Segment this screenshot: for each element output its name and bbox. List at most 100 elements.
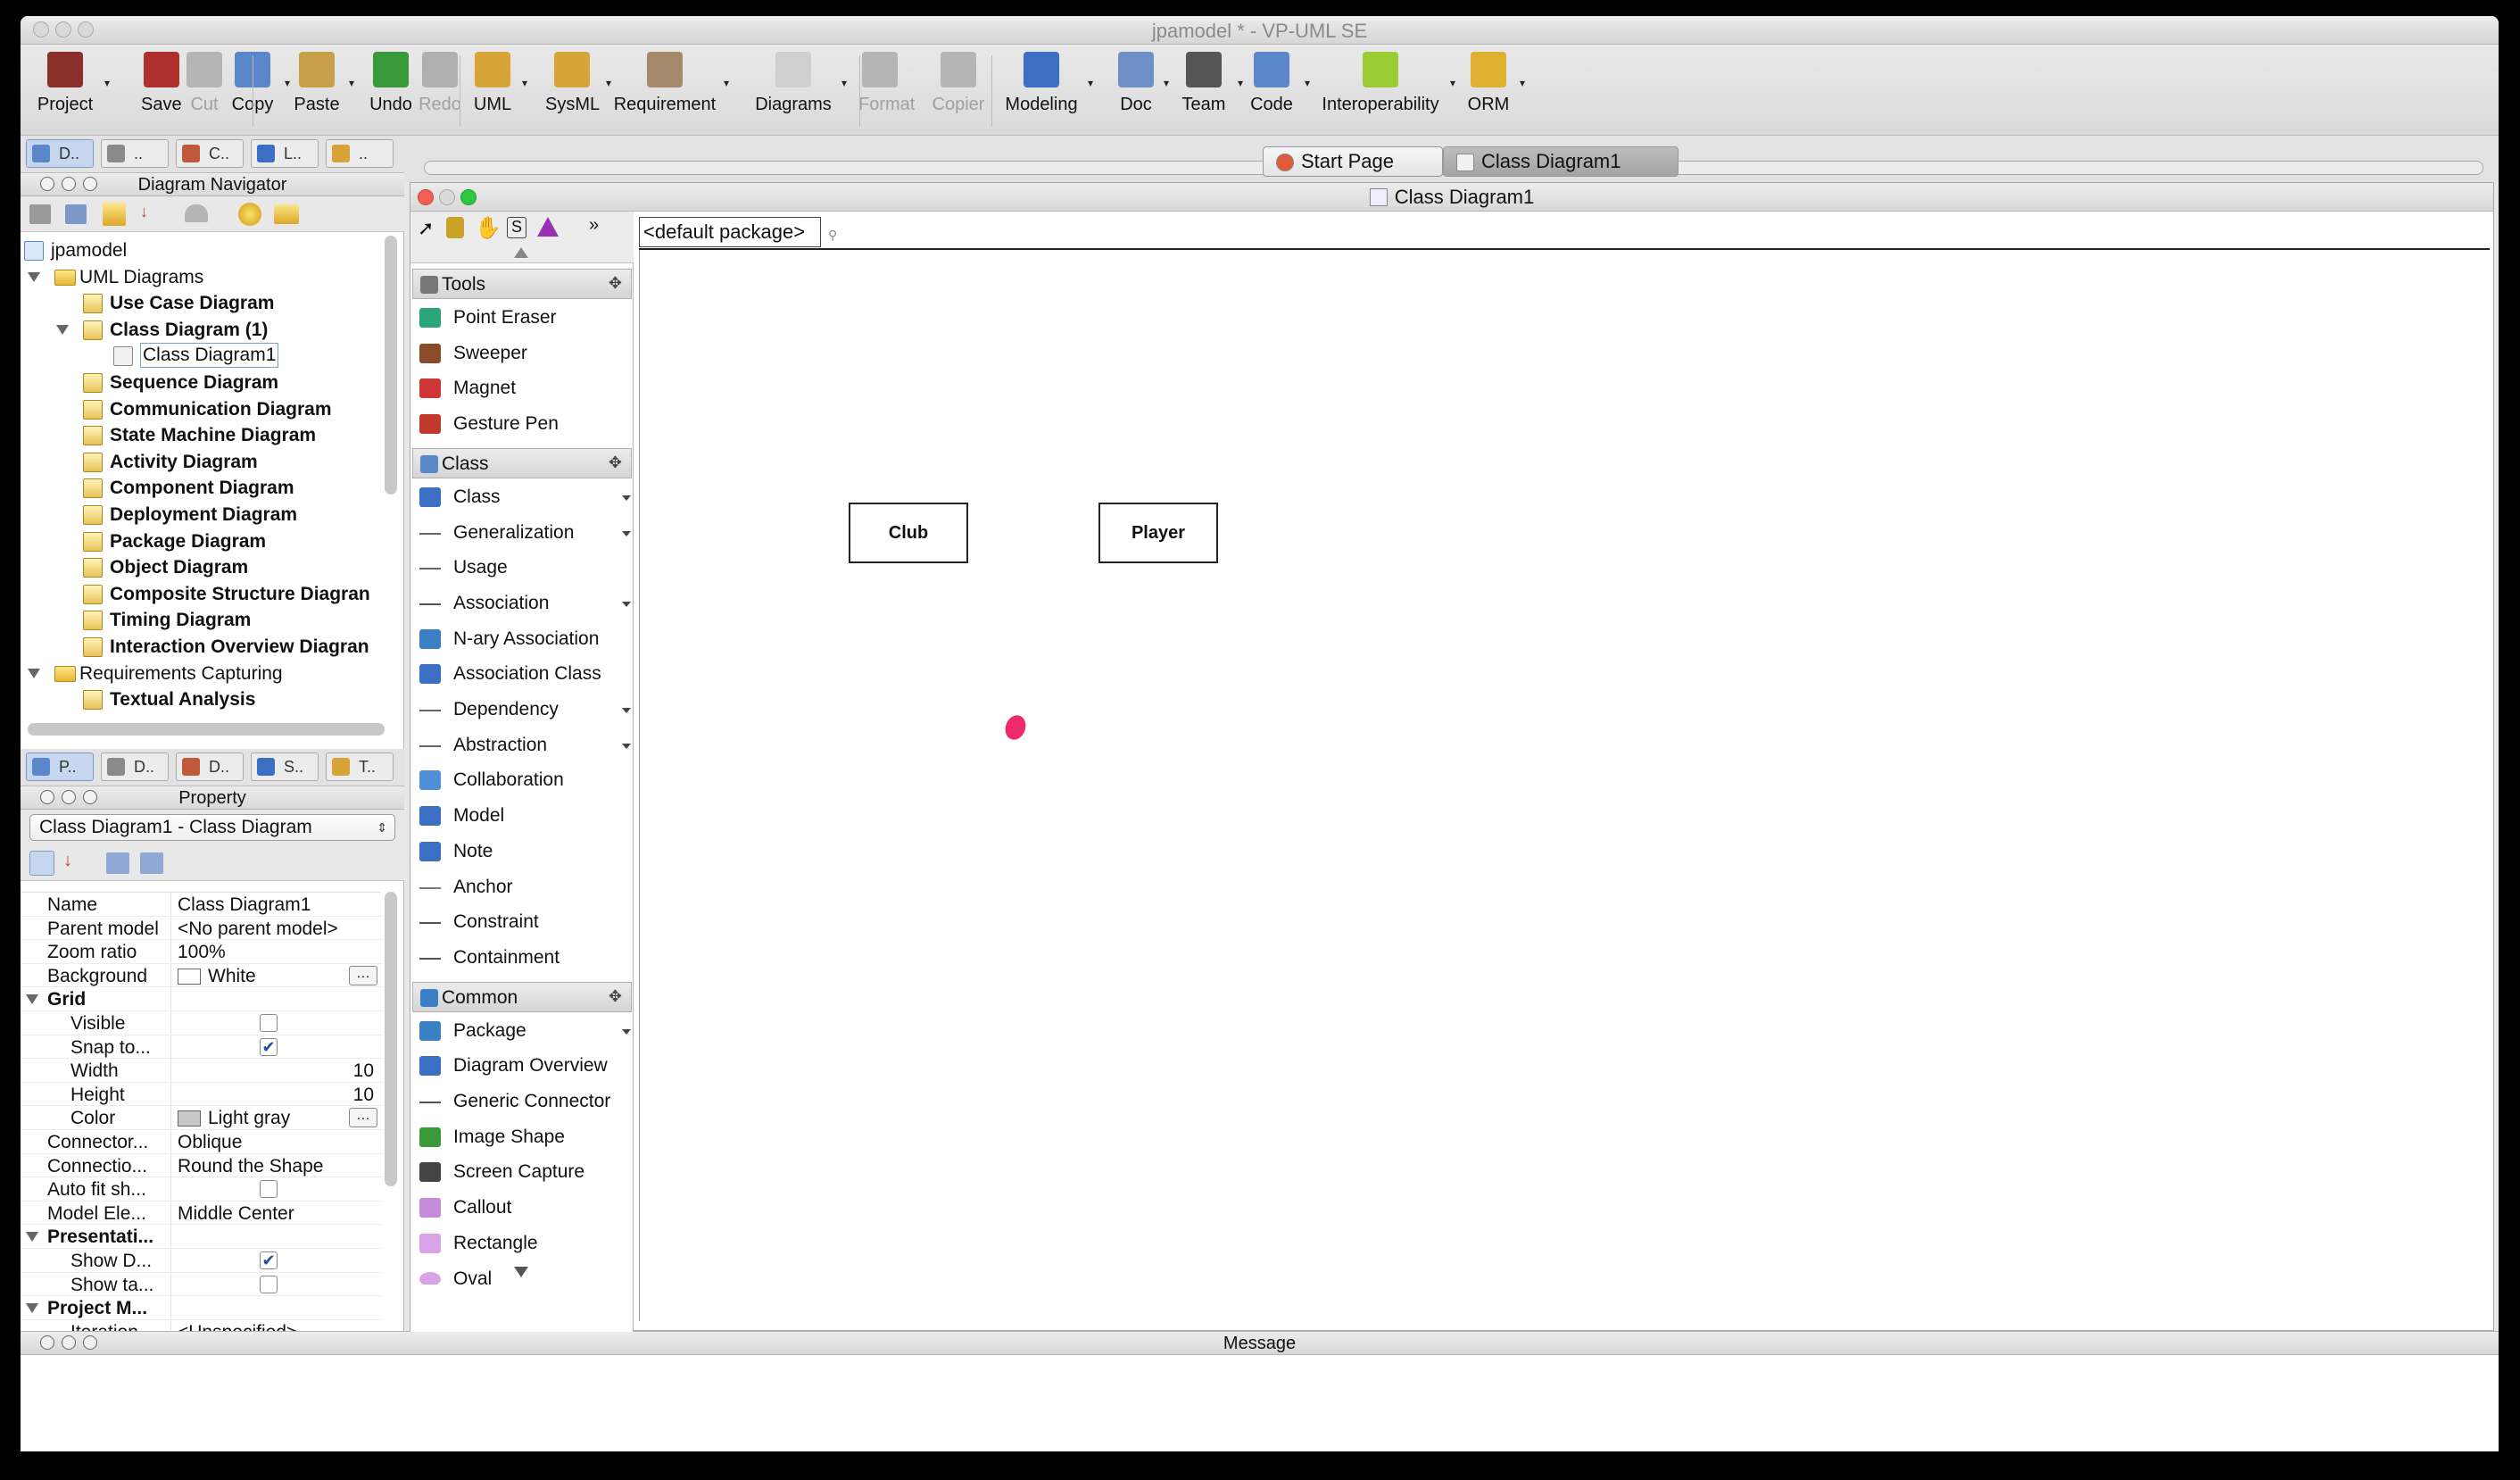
dropdown-arrow-icon[interactable]: ▾: [606, 77, 611, 89]
tree-item[interactable]: Timing Diagram: [21, 607, 381, 633]
palette-item[interactable]: Abstraction: [418, 728, 632, 762]
dropdown-arrow-icon[interactable]: ▾: [841, 77, 847, 89]
palette-item[interactable]: Point Eraser: [418, 301, 632, 335]
tree-item[interactable]: State Machine Diagram: [21, 422, 381, 448]
toolbar-copier-button[interactable]: Copier: [929, 52, 988, 115]
dropdown-arrow-icon[interactable]: ▾: [1520, 77, 1525, 89]
palette-item[interactable]: Class: [418, 480, 632, 514]
property-vertical-scrollbar[interactable]: [385, 892, 397, 1186]
more-options-icon[interactable]: [622, 495, 631, 501]
toolbar-sysml-button[interactable]: SysML ▾: [545, 52, 611, 115]
proptabs-tab[interactable]: D..: [176, 752, 244, 781]
property-checkbox[interactable]: [260, 1275, 278, 1293]
tree-item[interactable]: Composite Structure Diagran: [21, 581, 381, 607]
expand-arrow-icon[interactable]: [28, 271, 40, 282]
dropdown-arrow-icon[interactable]: ▾: [1305, 77, 1310, 89]
palette-item[interactable]: Note: [418, 835, 632, 869]
tree-item[interactable]: Interaction Overview Diagran: [21, 634, 381, 660]
navtabs-tab[interactable]: L..: [251, 139, 319, 168]
property-row[interactable]: Visible: [21, 1011, 381, 1035]
tree-item[interactable]: Class Diagram (1): [21, 317, 381, 343]
tree-item[interactable]: Deployment Diagram: [21, 502, 381, 528]
alphabetical-sort-icon[interactable]: ↓: [63, 851, 87, 876]
tree-item[interactable]: Object Diagram: [21, 554, 381, 580]
go-up-icon[interactable]: [185, 204, 208, 222]
dropdown-arrow-icon[interactable]: ▾: [1164, 77, 1169, 89]
panel-maximize-icon[interactable]: [83, 1335, 97, 1350]
property-value[interactable]: Class Diagram1: [178, 894, 311, 916]
palette-item[interactable]: Model: [418, 799, 632, 833]
proptabs-tab[interactable]: T..: [326, 752, 394, 781]
editor-tab[interactable]: Class Diagram1: [1443, 146, 1679, 177]
palette-item[interactable]: Anchor: [418, 870, 632, 904]
refresh-icon[interactable]: [238, 203, 261, 226]
tree-item[interactable]: Communication Diagram: [21, 396, 381, 422]
move-section-icon[interactable]: ✥: [609, 274, 622, 293]
palette-item[interactable]: Rectangle: [418, 1226, 632, 1260]
sticky-mode-icon[interactable]: S: [507, 217, 526, 238]
toolbar-team-button[interactable]: Team ▾: [1177, 52, 1243, 115]
navtabs-tab[interactable]: ..: [101, 139, 169, 168]
search-icon[interactable]: ⚲: [828, 228, 837, 243]
sort-icon[interactable]: ↓: [140, 203, 162, 226]
expand-arrow-icon[interactable]: [28, 668, 40, 678]
toolbar-orm-button[interactable]: ORM ▾: [1464, 52, 1525, 115]
palette-section-header[interactable]: Common ✥: [412, 981, 632, 1012]
panel-maximize-icon[interactable]: [83, 790, 97, 804]
toolbar-doc-button[interactable]: Doc ▾: [1115, 52, 1169, 115]
shape-tool-icon[interactable]: [537, 217, 559, 237]
panel-close-icon[interactable]: [40, 790, 54, 804]
palette-section-header[interactable]: Tools ✥: [412, 269, 632, 299]
navtabs-tab[interactable]: D..: [26, 139, 94, 168]
palette-item[interactable]: Gesture Pen: [418, 407, 632, 441]
dropdown-arrow-icon[interactable]: ▾: [285, 77, 290, 89]
dropdown-arrow-icon[interactable]: ▾: [1238, 77, 1243, 89]
toolbar-format-button[interactable]: Format: [858, 52, 915, 115]
navigator-horizontal-scrollbar[interactable]: [28, 723, 385, 736]
property-row[interactable]: Show D... ✔: [21, 1249, 381, 1273]
group-toggle-icon[interactable]: [26, 1232, 38, 1243]
palette-item[interactable]: Magnet: [418, 371, 632, 405]
panel-minimize-icon[interactable]: [62, 1335, 76, 1350]
panel-maximize-icon[interactable]: [83, 177, 97, 191]
property-row[interactable]: Presentati...: [21, 1225, 381, 1249]
property-row[interactable]: Connectio... Round the Shape: [21, 1153, 381, 1178]
property-value[interactable]: 10: [353, 1060, 374, 1082]
proptabs-tab[interactable]: S..: [251, 752, 319, 781]
dropdown-arrow-icon[interactable]: ▾: [724, 77, 729, 89]
tree-item[interactable]: Requirements Capturing: [21, 661, 381, 686]
property-value[interactable]: <No parent model>: [178, 919, 338, 940]
palette-item[interactable]: Collaboration: [418, 763, 632, 797]
property-row[interactable]: Background White…: [21, 963, 381, 988]
toolbar-interoperability-button[interactable]: Interoperability ▾: [1318, 52, 1455, 115]
scroll-up-icon[interactable]: [514, 247, 528, 258]
property-row[interactable]: Model Ele... Middle Center: [21, 1201, 381, 1226]
property-row[interactable]: Project M...: [21, 1296, 381, 1320]
move-section-icon[interactable]: ✥: [609, 453, 622, 472]
tree-item[interactable]: Textual Analysis: [21, 686, 381, 712]
palette-item[interactable]: Sweeper: [418, 337, 632, 370]
class-shape[interactable]: Club: [849, 503, 968, 563]
more-tools-icon[interactable]: »: [589, 215, 599, 236]
proptabs-tab[interactable]: P..: [26, 752, 94, 781]
panel-close-icon[interactable]: [40, 1335, 54, 1350]
palette-item[interactable]: Callout: [418, 1191, 632, 1225]
diagram-close-button[interactable]: [418, 189, 434, 205]
property-row[interactable]: Connector... Oblique: [21, 1130, 381, 1154]
property-row[interactable]: Auto fit sh...: [21, 1177, 381, 1201]
property-value[interactable]: Oblique: [178, 1132, 242, 1153]
property-value[interactable]: 10: [353, 1085, 374, 1106]
more-options-icon[interactable]: [622, 708, 631, 713]
toolbar-redo-button[interactable]: Redo: [418, 52, 462, 115]
palette-item[interactable]: Constraint: [418, 905, 632, 939]
tree-item[interactable]: UML Diagrams: [21, 264, 381, 290]
property-checkbox[interactable]: [260, 1014, 278, 1032]
diagram-maximize-button[interactable]: [460, 189, 477, 205]
more-options-icon[interactable]: [622, 1028, 631, 1035]
expand-arrow-icon[interactable]: [56, 324, 69, 335]
property-value[interactable]: <Unspecified>: [178, 1322, 297, 1331]
new-diagram-icon[interactable]: [29, 204, 51, 224]
property-checkbox[interactable]: [260, 1180, 278, 1199]
editor-tab[interactable]: Start Page: [1263, 146, 1443, 177]
diagram-minimize-button[interactable]: [439, 189, 455, 205]
